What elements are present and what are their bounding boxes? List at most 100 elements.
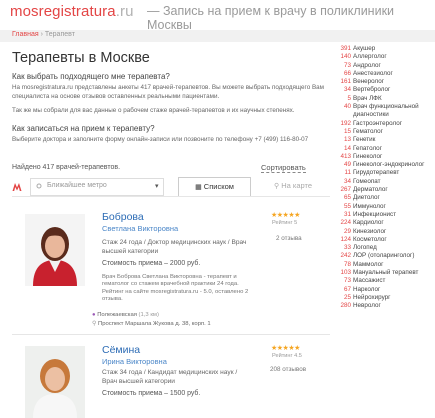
specialty-item[interactable]: 34 Гомеопат	[338, 178, 433, 186]
specialty-name[interactable]: Массажист	[353, 277, 385, 284]
specialty-item[interactable]: 25 Нейрохирург	[338, 294, 433, 302]
specialty-name[interactable]: Кардиолог	[353, 219, 384, 226]
reviews-count-link[interactable]: 2 отзыва	[276, 235, 302, 242]
specialty-name[interactable]: Диетолог	[353, 194, 380, 201]
specialty-item[interactable]: 391 Акушер	[338, 45, 433, 53]
specialty-name[interactable]: Гематолог	[353, 128, 383, 135]
doctor-description: Врач Боброва Светлана Викторовна - терап…	[102, 274, 249, 303]
metro-select[interactable]: Ближайшее метро ▾	[30, 178, 164, 196]
doctor-photo[interactable]	[25, 214, 85, 286]
specialty-name[interactable]: Генетик	[353, 136, 375, 143]
specialty-item[interactable]: 280 Невролог	[338, 302, 433, 310]
specialty-count: 391	[340, 45, 351, 52]
specialty-name[interactable]: Иммунолог	[353, 203, 386, 210]
specialty-item[interactable]: 413 Гинеколог	[338, 153, 433, 161]
specialty-count: 40	[343, 103, 351, 111]
specialty-name[interactable]: Кинезиолог	[353, 228, 386, 235]
specialty-item[interactable]: 65 Диетолог	[338, 194, 433, 202]
specialty-name[interactable]: Анестезиолог	[353, 70, 393, 77]
site-logo[interactable]: mosregistratura.ru	[10, 3, 134, 20]
specialty-item[interactable]: 161 Венеролог	[338, 78, 433, 86]
specialty-item[interactable]: 140 Аллерголог	[338, 53, 433, 61]
specialty-item[interactable]: 67 Нарколог	[338, 286, 433, 294]
doctor-first-name[interactable]: Светлана Викторовна	[102, 224, 178, 233]
specialty-item[interactable]: 103 Мануальный терапевт	[338, 269, 433, 277]
specialty-item[interactable]: 124 Косметолог	[338, 236, 433, 244]
specialty-item[interactable]: диагностики	[338, 111, 433, 119]
specialty-count: 11	[344, 169, 351, 177]
specialty-count: 280	[340, 302, 351, 310]
results-count: Найдено 417 врачей-терапевтов.	[12, 164, 121, 171]
specialty-name[interactable]: Гинеколог-эндокринолог	[353, 161, 424, 168]
specialty-item[interactable]: 49 Гинеколог-эндокринолог	[338, 161, 433, 169]
specialty-name[interactable]: Акушер	[353, 45, 375, 52]
specialty-name[interactable]: Гинеколог	[353, 153, 382, 160]
specialty-item[interactable]: 73 Андролог	[338, 62, 433, 70]
specialty-item[interactable]: 192 Гастроэнтеролог	[338, 120, 433, 128]
specialty-name[interactable]: Гирудотерапевт	[353, 169, 399, 176]
doctor-name-link[interactable]: Сёмина	[102, 344, 140, 356]
specialty-item[interactable]: 40 Врач функциональной	[338, 103, 433, 111]
location-pin-icon: ⚲	[92, 321, 97, 327]
specialty-name[interactable]: Маммолог	[353, 261, 383, 268]
logo-domain: .ru	[115, 3, 134, 20]
specialty-name[interactable]: Нарколог	[353, 286, 380, 293]
specialty-name[interactable]: Нейрохирург	[353, 294, 390, 301]
metro-select-placeholder: Ближайшее метро	[47, 182, 107, 189]
specialty-item[interactable]: 55 Иммунолог	[338, 203, 433, 211]
specialty-name[interactable]: Гомеопат	[353, 178, 380, 185]
specialty-name[interactable]: Гастроэнтеролог	[353, 120, 402, 127]
specialty-name[interactable]: Логопед	[353, 244, 377, 251]
specialty-name[interactable]: Аллерголог	[353, 53, 387, 60]
specialty-name[interactable]: ЛОР (отоларинголог)	[353, 252, 414, 259]
specialty-item[interactable]: 242 ЛОР (отоларинголог)	[338, 252, 433, 260]
specialty-item[interactable]: 267 Дерматолог	[338, 186, 433, 194]
tab-map-view[interactable]: ⚲ На карте	[258, 177, 328, 195]
specialty-count: 25	[343, 293, 351, 301]
doctor-experience: Стаж 24 года / Доктор медицинских наук /…	[102, 239, 247, 255]
specialty-item[interactable]: 66 Анестезиолог	[338, 70, 433, 78]
specialty-name[interactable]: Инфекционист	[353, 211, 396, 218]
sort-link[interactable]: Сортировать	[261, 163, 306, 173]
tab-map-label: На карте	[281, 181, 313, 190]
doctor-price: Стоимость приема – 2000 руб.	[102, 260, 201, 267]
specialty-count: 15	[343, 127, 351, 135]
specialty-item[interactable]: 13 Генетик	[338, 136, 433, 144]
specialty-name[interactable]: Косметолог	[353, 236, 387, 243]
specialty-item[interactable]: 31 Инфекционист	[338, 211, 433, 219]
doctor-first-name[interactable]: Ирина Викторовна	[102, 357, 167, 366]
reviews-count-link[interactable]: 208 отзывов	[270, 366, 306, 373]
specialty-item[interactable]: 224 Кардиолог	[338, 219, 433, 227]
breadcrumb-home-link[interactable]: Главная	[12, 31, 39, 38]
question-how-to-book: Как записаться на прием к терапевту?	[12, 124, 155, 133]
doctor-name-link[interactable]: Боброва	[102, 211, 144, 223]
specialty-item[interactable]: 34 Вертебролог	[338, 86, 433, 94]
specialty-count: 413	[340, 152, 351, 160]
specialty-count: 140	[340, 53, 351, 61]
specialties-sidebar: 391 Акушер 140 Аллерголог 73 Андролог 66 Анесте…	[338, 45, 433, 311]
specialty-name[interactable]: Гепатолог	[353, 145, 382, 152]
metro-search-icon	[36, 183, 42, 189]
specialty-item[interactable]: 15 Гематолог	[338, 128, 433, 136]
specialty-name[interactable]: Дерматолог	[353, 186, 388, 193]
specialty-name[interactable]: Врач функциональной	[353, 103, 419, 110]
page-title: Терапевты в Москве	[12, 50, 150, 66]
specialty-name[interactable]: Вертебролог	[353, 86, 390, 93]
specialty-name[interactable]: Врач ЛФК	[353, 95, 382, 102]
specialty-name[interactable]: диагностики	[353, 111, 389, 118]
specialty-name[interactable]: Невролог	[353, 302, 381, 309]
specialty-item[interactable]: 33 Логопед	[338, 244, 433, 252]
specialty-item[interactable]: 5 Врач ЛФК	[338, 95, 433, 103]
specialty-name[interactable]: Венеролог	[353, 78, 384, 85]
specialty-item[interactable]: 73 Массажист	[338, 277, 433, 285]
metro-distance: (1,3 км)	[138, 312, 159, 318]
doctor-photo[interactable]	[25, 346, 85, 418]
specialty-item[interactable]: 29 Кинезиолог	[338, 228, 433, 236]
specialty-name[interactable]: Андролог	[353, 62, 381, 69]
metro-station-name[interactable]: Полежаевская	[97, 312, 137, 318]
specialty-item[interactable]: 11 Гирудотерапевт	[338, 169, 433, 177]
specialty-name[interactable]: Мануальный терапевт	[353, 269, 418, 276]
tab-list-view[interactable]: ▦ Списком	[178, 177, 251, 197]
specialty-item[interactable]: 78 Маммолог	[338, 261, 433, 269]
specialty-item[interactable]: 14 Гепатолог	[338, 145, 433, 153]
